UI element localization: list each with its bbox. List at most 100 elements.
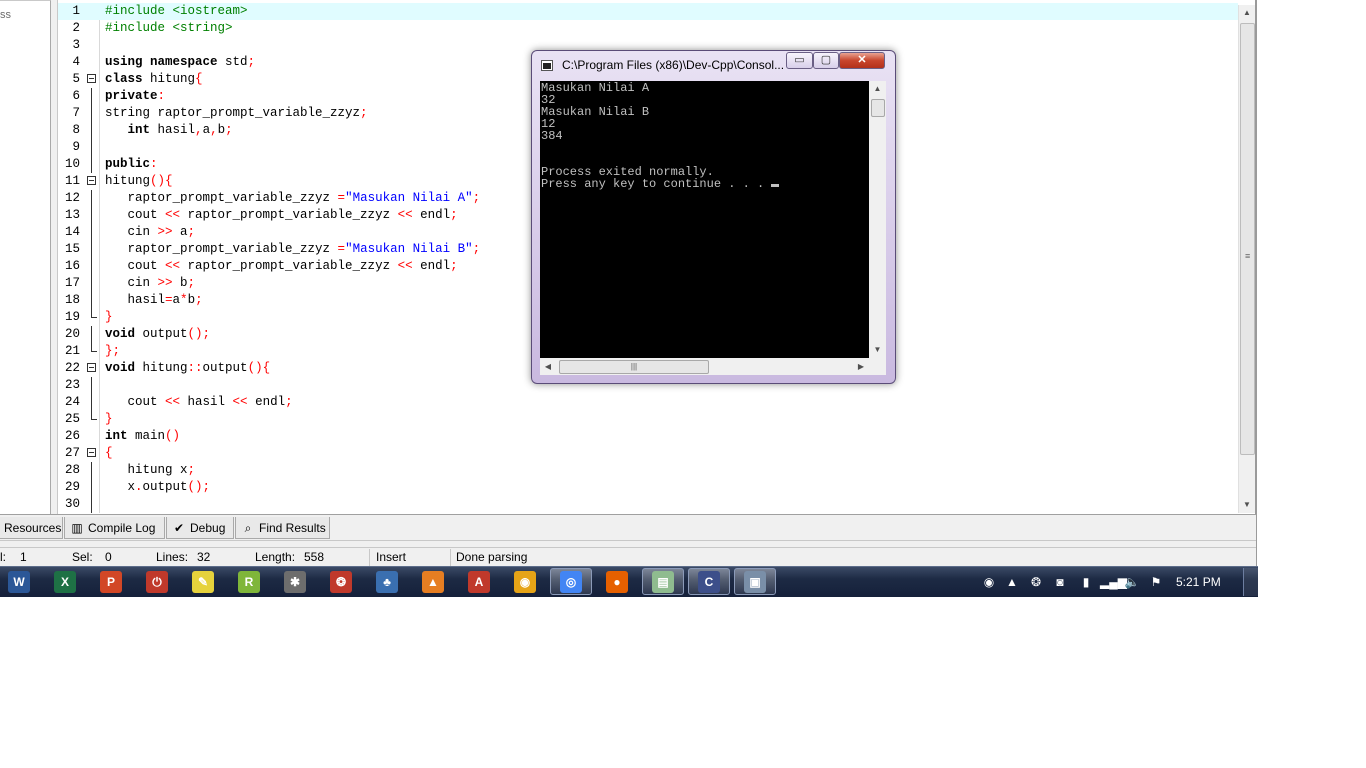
code-token: #include <iostream> (105, 4, 248, 18)
show-desktop-button[interactable] (1243, 568, 1258, 596)
line-number: 7 (72, 106, 80, 120)
scroll-up-arrow-icon[interactable]: ▲ (1239, 5, 1255, 21)
code-line[interactable]: 28 hitung x; (58, 462, 1238, 479)
code-line[interactable]: 30 (58, 496, 1238, 513)
code-token: (); (187, 327, 211, 341)
swirl-tray-icon[interactable]: ❂ (1028, 574, 1044, 590)
avast-tray-icon[interactable]: ◉ (981, 574, 997, 590)
class-browser-stub: ss (0, 9, 11, 21)
code-text: raptor_prompt_variable_zzyz ="Masukan Ni… (105, 241, 481, 258)
close-button[interactable]: ✕ (839, 52, 885, 69)
avast-icon[interactable]: ◉ (514, 571, 536, 593)
code-token: a (172, 225, 188, 239)
console-vertical-scrollbar[interactable]: ▲ ▼ (869, 81, 886, 358)
code-line[interactable]: 24 cout << hasil << endl; (58, 394, 1238, 411)
line-number: 6 (72, 89, 80, 103)
code-line[interactable]: 26 int main() (58, 428, 1238, 445)
code-token: ; (450, 208, 458, 222)
powerpoint-icon[interactable]: P (100, 571, 122, 593)
excel-icon[interactable]: X (54, 571, 76, 593)
code-token: << (397, 208, 413, 222)
editor-scroll-thumb[interactable]: ≡ (1240, 23, 1255, 455)
tab-compile-log-label: Compile Log (88, 521, 156, 535)
triangle-tray-icon[interactable]: ▲ (1004, 574, 1020, 590)
code-text: public: (105, 156, 158, 173)
tab-find-results[interactable]: ⌕ Find Results (235, 517, 330, 539)
find-icon: ⌕ (244, 521, 252, 535)
tab-resources[interactable]: Resources (0, 517, 63, 539)
code-line[interactable]: 2 #include <string> (58, 20, 1238, 37)
class-browser-panel[interactable]: ss (0, 0, 51, 515)
paint-icon[interactable]: ✎ (192, 571, 214, 593)
console-scroll-up-arrow-icon[interactable]: ▲ (869, 81, 886, 97)
status-length-value: 558 (304, 550, 325, 564)
console-horizontal-scrollbar[interactable]: ◀ ||| ▶ (540, 358, 869, 375)
code-line[interactable]: 1 #include <iostream> (58, 3, 1238, 20)
code-token: "Masukan Nilai A" (345, 191, 473, 205)
code-text: cin >> b; (105, 275, 196, 292)
signal-icon[interactable]: ▂▄▆ (1100, 574, 1127, 590)
word-icon[interactable]: W (8, 571, 30, 593)
code-line[interactable]: 25} (58, 411, 1238, 428)
code-token: ; (450, 259, 458, 273)
pdf-icon[interactable]: A (468, 571, 490, 593)
console-output-area[interactable]: Masukan Nilai A 32 Masukan Nilai B 12 38… (540, 81, 869, 358)
firefox-icon[interactable]: ● (606, 571, 628, 593)
code-text: int hasil,a,b; (105, 122, 233, 139)
scroll-down-arrow-icon[interactable]: ▼ (1239, 497, 1255, 513)
drive-tray-icon[interactable]: ◙ (1052, 574, 1068, 590)
code-token: hasil (180, 395, 233, 409)
raptor-icon[interactable]: R (238, 571, 260, 593)
line-number: 23 (64, 378, 80, 392)
editor-vertical-scrollbar[interactable]: ▲ ≡ ▼ (1238, 5, 1255, 513)
chrome-icon[interactable]: ◎ (560, 571, 582, 593)
code-line[interactable]: 29 x.output(); (58, 479, 1238, 496)
minimize-button[interactable]: ▭ (786, 52, 813, 69)
maximize-button[interactable]: ▢ (813, 52, 839, 69)
code-token: int (127, 123, 158, 137)
code-text: cout << raptor_prompt_variable_zzyz << e… (105, 258, 458, 275)
console-output-wrapper: Masukan Nilai A 32 Masukan Nilai B 12 38… (541, 82, 780, 190)
console-hscroll-thumb[interactable]: ||| (559, 360, 709, 374)
volume-icon[interactable]: 🔈 (1124, 574, 1140, 590)
battery-icon[interactable]: ▮ (1078, 574, 1094, 590)
tab-debug[interactable]: ✔ Debug (166, 517, 234, 539)
code-token: void (105, 361, 143, 375)
status-message: Done parsing (456, 550, 528, 564)
code-token: { (105, 446, 113, 460)
code-token: output (142, 480, 188, 494)
status-bar: l: 1 Sel: 0 Lines: 32 Length: 558 Insert… (0, 547, 1256, 567)
panel-splitter[interactable] (51, 0, 58, 514)
folder-icon[interactable]: ▤ (652, 571, 674, 593)
code-token: cout (105, 208, 166, 222)
console-app-icon[interactable] (541, 60, 553, 71)
console-window[interactable]: C:\Program Files (x86)\Dev-Cpp\Consol...… (531, 50, 896, 384)
fold-guide (86, 37, 108, 54)
code-text: } (105, 309, 113, 326)
vlc-icon[interactable]: ▲ (422, 571, 444, 593)
line-number: 12 (64, 191, 80, 205)
console-scroll-down-arrow-icon[interactable]: ▼ (869, 342, 886, 358)
flag-icon[interactable]: ⚑ (1148, 574, 1164, 590)
taskbar: W X P ⏻ ✎ R ✱ ❂ ♣ ▲ A ◉ ◎ ● ▤ C ▣ ◉ ▲ ❂ ◙ ▮ ▂▄▆ 🔈 ⚑ 5:21 PM (0, 566, 1258, 597)
tool-icon[interactable]: ✱ (284, 571, 306, 593)
console-icon[interactable]: ▣ (744, 571, 766, 593)
taskbar-clock[interactable]: 5:21 PM (1176, 575, 1221, 589)
devcpp-icon[interactable]: C (698, 571, 720, 593)
swirl-icon[interactable]: ❂ (330, 571, 352, 593)
console-scroll-right-arrow-icon[interactable]: ▶ (853, 358, 869, 375)
status-insert-mode: Insert (376, 550, 407, 564)
code-text: int main() (105, 428, 180, 445)
code-token: main (135, 429, 166, 443)
network-icon[interactable]: ♣ (376, 571, 398, 593)
status-sel-value: 0 (105, 550, 112, 564)
code-token: output (202, 361, 248, 375)
tab-compile-log[interactable]: ▥ Compile Log (64, 517, 165, 539)
console-vscroll-thumb[interactable] (871, 99, 885, 117)
power-icon[interactable]: ⏻ (146, 571, 168, 593)
code-line[interactable]: 27 { (58, 445, 1238, 462)
console-scroll-left-arrow-icon[interactable]: ◀ (540, 358, 556, 375)
line-number: 9 (72, 140, 80, 154)
line-number: 25 (64, 412, 80, 426)
code-token: string raptor_prompt_variable_zzyz (105, 106, 361, 120)
